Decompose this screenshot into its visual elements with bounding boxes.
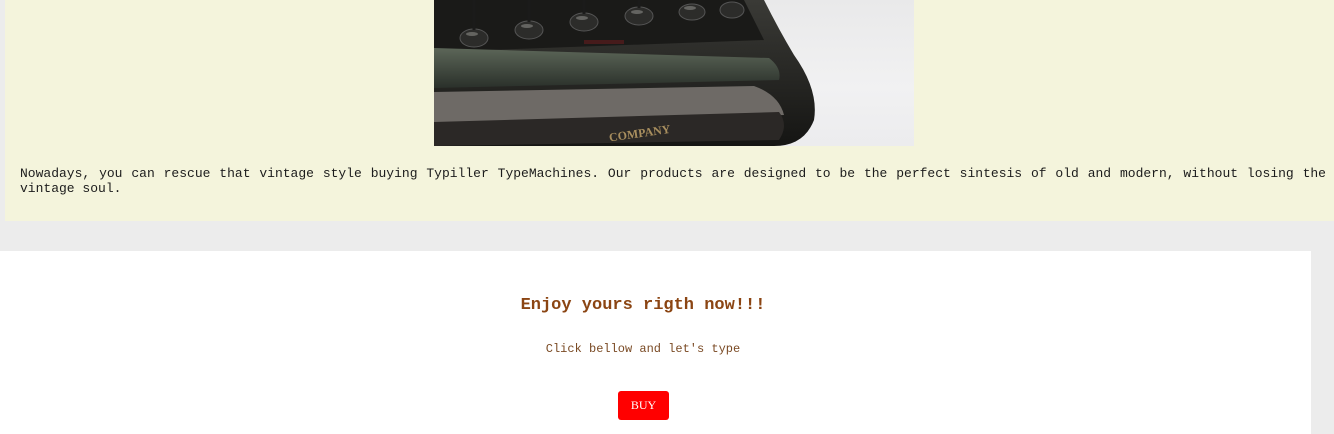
buy-button[interactable]: BUY [618,391,669,420]
about-description: Nowadays, you can rescue that vintage st… [20,166,1326,196]
typewriter-photo: COMPANY [434,0,914,146]
typewriter-illustration: COMPANY [434,0,815,146]
cta-section: Enjoy yours rigth now!!! Click bellow an… [0,251,1311,434]
cta-heading: Enjoy yours rigth now!!! [520,296,766,315]
cta-subtitle: Click bellow and let's type [545,342,741,356]
about-section: COMPANY Nowadays, you can rescue that vi… [5,0,1334,221]
